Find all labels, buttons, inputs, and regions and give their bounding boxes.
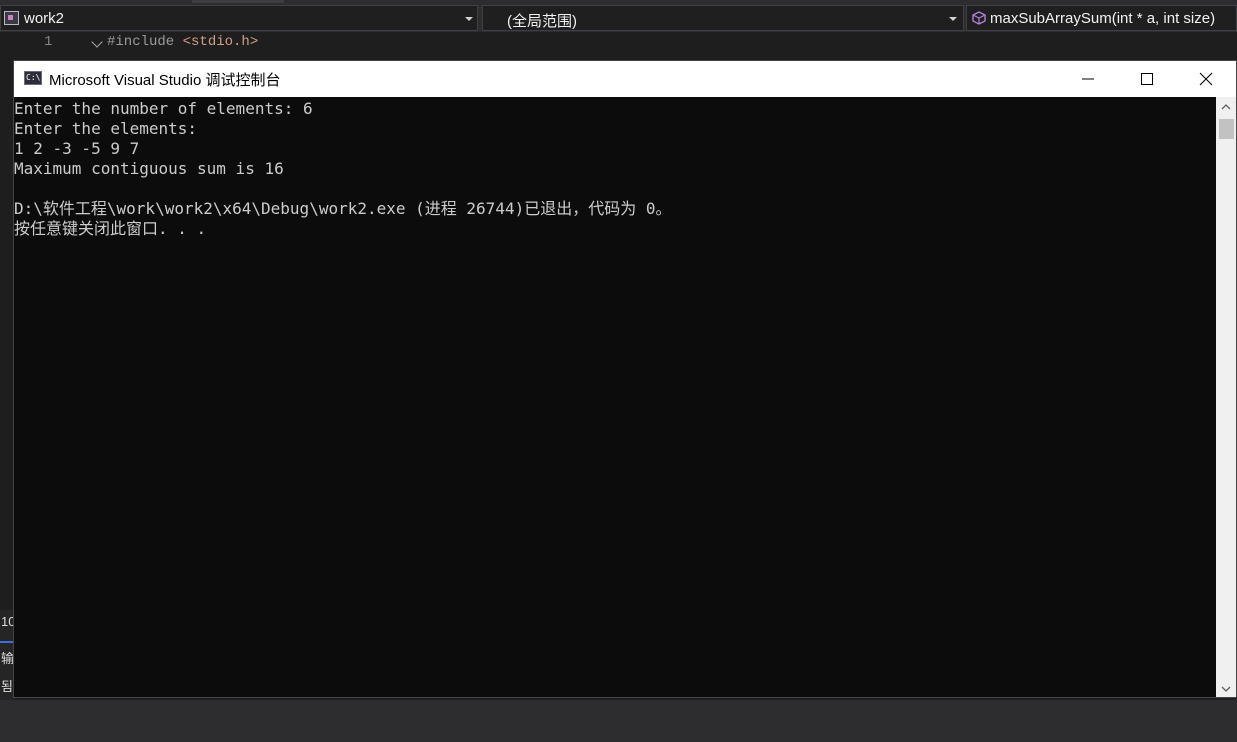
- console-line: 1 2 -3 -5 9 7: [14, 139, 140, 158]
- maximize-icon: [1141, 73, 1153, 85]
- minimize-button[interactable]: [1059, 61, 1117, 97]
- close-icon: [1199, 72, 1213, 86]
- method-cube-icon: [972, 11, 986, 25]
- include-directive: #include: [107, 34, 183, 50]
- maximize-button[interactable]: [1118, 61, 1176, 97]
- document-tab[interactable]: [192, 0, 284, 3]
- console-icon-glyph: C:\: [26, 73, 41, 82]
- scope-dropdown[interactable]: (全局范围): [482, 5, 964, 31]
- console-line: D:\软件工程\work\work2\x64\Debug\work2.exe (…: [14, 199, 672, 218]
- include-header: <stdio.h>: [182, 34, 259, 50]
- scrollbar-thumb[interactable]: [1219, 119, 1234, 139]
- cpp-project-icon: [4, 11, 19, 25]
- console-line: Enter the number of elements: 6: [14, 99, 313, 118]
- console-line: Maximum contiguous sum is 16: [14, 159, 284, 178]
- vertical-scrollbar[interactable]: [1216, 97, 1236, 697]
- console-output[interactable]: Enter the number of elements: 6 Enter th…: [14, 97, 1216, 699]
- collapse-chevron-icon[interactable]: [91, 36, 103, 48]
- member-dropdown[interactable]: maxSubArraySum(int * a, int size): [966, 5, 1237, 31]
- status-area: [0, 700, 1237, 742]
- list-tab-fragment[interactable]: 됨: [1, 676, 13, 695]
- scroll-down-icon[interactable]: [1221, 686, 1231, 692]
- member-label: maxSubArraySum(int * a, int size): [990, 10, 1216, 27]
- chevron-down-icon[interactable]: [465, 17, 473, 21]
- line-number: 1: [44, 34, 53, 50]
- console-app-icon: C:\: [24, 71, 42, 85]
- active-tab-indicator: [0, 641, 14, 643]
- scope-label: (全局范围): [507, 13, 577, 30]
- code-line: #include <stdio.h>: [107, 34, 258, 50]
- project-name: work2: [24, 10, 65, 27]
- code-editor[interactable]: 1 #include <stdio.h>: [0, 32, 1237, 62]
- chevron-down-icon[interactable]: [949, 17, 957, 21]
- console-line: 按任意键关闭此窗口. . .: [14, 219, 207, 238]
- close-button[interactable]: [1177, 61, 1235, 97]
- console-titlebar[interactable]: C:\ Microsoft Visual Studio 调试控制台: [14, 61, 1236, 97]
- console-line: Enter the elements:: [14, 119, 198, 138]
- debug-console-window[interactable]: C:\ Microsoft Visual Studio 调试控制台 Enter …: [13, 60, 1237, 698]
- console-title: Microsoft Visual Studio 调试控制台: [49, 72, 281, 89]
- project-dropdown[interactable]: work2: [0, 5, 478, 31]
- scroll-up-icon[interactable]: [1221, 104, 1231, 110]
- left-panel-edge: 10 输 됨: [0, 610, 15, 700]
- minimize-icon: [1082, 78, 1094, 80]
- navigation-bar: work2 (全局范围) maxSubArraySum(int * a, int…: [0, 4, 1237, 32]
